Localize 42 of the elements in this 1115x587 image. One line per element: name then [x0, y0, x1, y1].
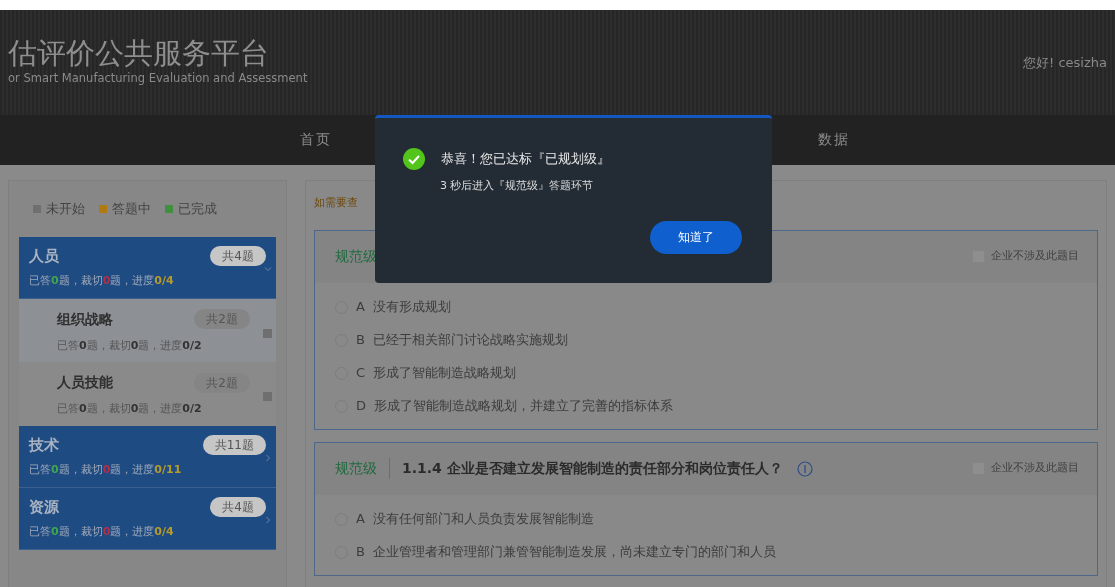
option-text: 没有任何部门和人员负责发展智能制造 [372, 510, 594, 529]
dialog-title: 恭喜！您已达标『已规划级』 [441, 150, 610, 169]
acknowledge-button[interactable]: 知道了 [650, 220, 742, 254]
legend-label: 答题中 [112, 200, 151, 218]
category-progress-text: 已答0题，裁切0题，进度0/4 [29, 524, 175, 540]
legend-label: 已完成 [178, 200, 217, 218]
nav-link[interactable]: 数据 [818, 129, 850, 150]
site-subtitle: or Smart Manufacturing Evaluation and Assessment [8, 69, 308, 87]
option-text: 形成了智能制造战略规划 [373, 364, 517, 383]
question-count-badge: 共11题 [202, 434, 266, 455]
option-text: 已经于相关部门讨论战略实施规划 [372, 331, 568, 350]
info-icon[interactable] [796, 460, 813, 477]
category-name: 人员 [29, 245, 59, 267]
question-title: 1.1.4 企业是否建立发展智能制造的责任部分和岗位责任人？ [402, 459, 783, 478]
user-greeting: 您好! cesizha [1023, 53, 1107, 72]
option-letter: B [356, 543, 365, 562]
option-text: 企业管理者和管理部门兼管智能制造发展，尚未建立专门的部门和人员 [372, 543, 776, 562]
option-letter: A [356, 298, 365, 317]
legend-label: 未开始 [46, 200, 85, 218]
subcategory-name: 组织战略 [57, 309, 113, 329]
category-progress-text: 已答0题，裁切0题，进度0/11 [29, 462, 183, 478]
question-count-badge: 共4题 [210, 496, 266, 517]
category-header[interactable]: 人员 共4题 已答0题，裁切0题，进度0/4 [19, 236, 276, 299]
nav-link[interactable]: 首页 [300, 129, 332, 150]
category-name: 资源 [29, 496, 59, 518]
option-letter: A [356, 510, 365, 529]
option-letter: B [356, 331, 365, 350]
category-progress-text: 已答0题，裁切0题，进度0/4 [29, 273, 175, 289]
category-header[interactable]: 技术 共11题 已答0题，裁切0题，进度0/11 [19, 425, 276, 488]
site-title: 估评价公共服务平台 [8, 37, 270, 70]
option-text: 形成了智能制造战略规划，并建立了完善的指标体系 [374, 397, 673, 416]
question-count-badge: 共4题 [210, 245, 266, 266]
option-text: 没有形成规划 [372, 298, 451, 317]
category-header[interactable]: 资源 共4题 已答0题，裁切0题，进度0/4 [19, 487, 276, 550]
notice-text: 如需要查 [314, 195, 359, 211]
check-circle-icon [403, 148, 425, 170]
option-letter: C [356, 364, 366, 383]
dialog-message: 3 秒后进入『规范级』答题环节 [440, 178, 595, 194]
category-name: 技术 [29, 434, 59, 456]
option-letter: D [356, 397, 366, 416]
subcategory-name: 人员技能 [57, 373, 113, 392]
level-label: 规范级 [335, 458, 390, 479]
